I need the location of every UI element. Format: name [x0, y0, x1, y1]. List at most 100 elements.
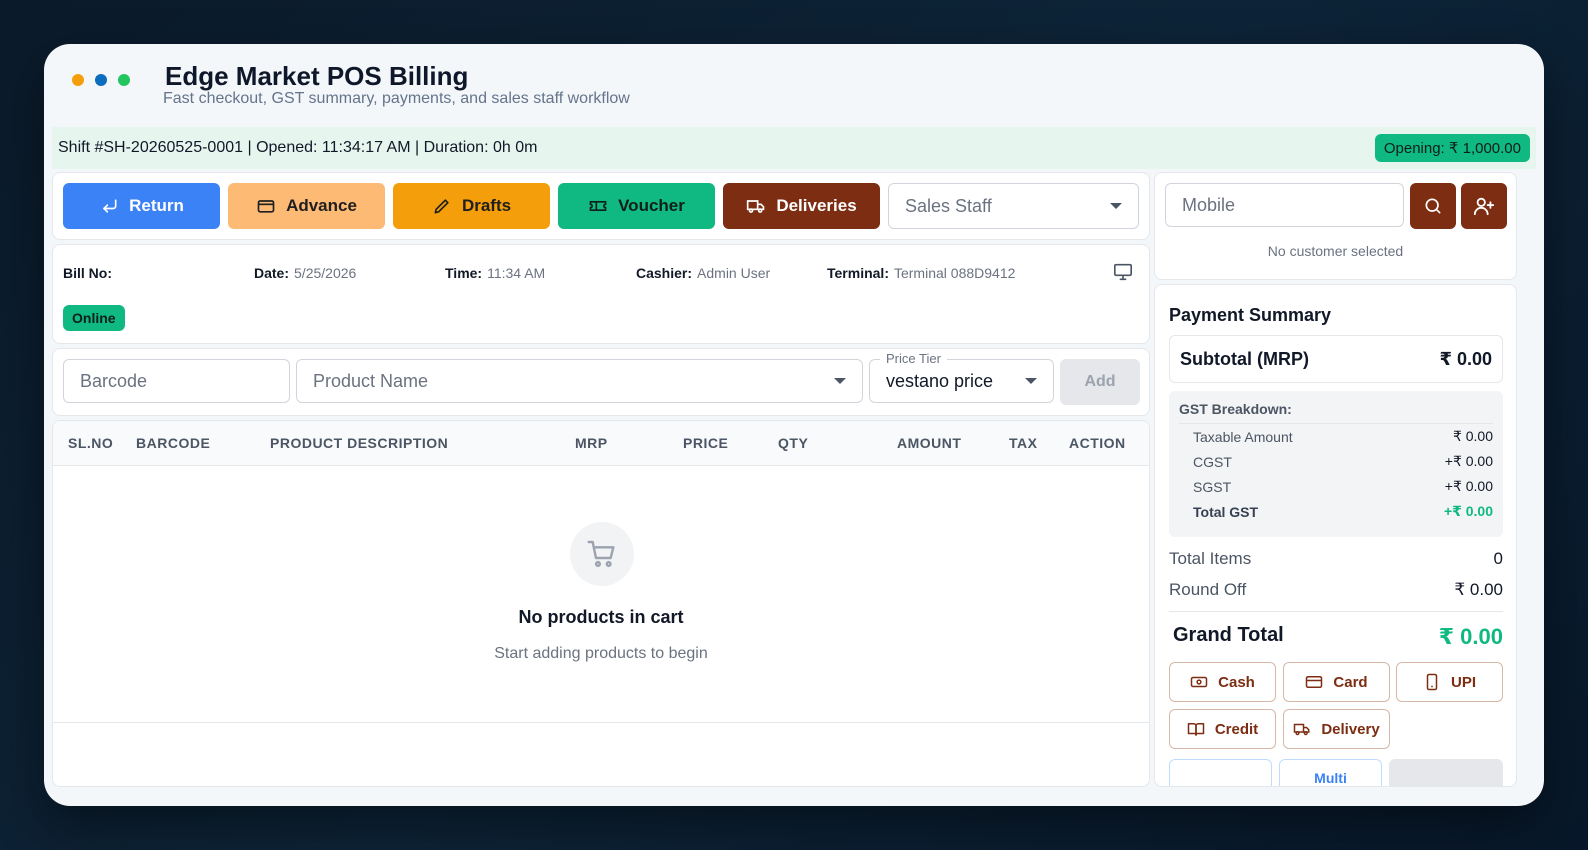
- payment-summary-panel: Payment Summary Subtotal (MRP) ₹ 0.00 GS…: [1154, 284, 1517, 787]
- date-label: Date:: [254, 265, 290, 281]
- truck-icon: [747, 200, 765, 213]
- time-field: Time: 11:34 AM: [445, 265, 636, 281]
- drafts-label: Drafts: [461, 196, 512, 215]
- card-button[interactable]: Card: [1283, 662, 1390, 702]
- upi-button[interactable]: UPI: [1396, 662, 1503, 702]
- terminal-label: Terminal:: [827, 265, 889, 281]
- voucher-button[interactable]: Voucher: [558, 183, 715, 229]
- advance-label: Advance: [286, 196, 357, 215]
- truck-icon: [1294, 723, 1310, 736]
- chevron-down-icon: [834, 378, 846, 384]
- column-header[interactable]: TAX: [1009, 435, 1037, 451]
- complete-bill-button[interactable]: [1389, 759, 1503, 786]
- cash-button[interactable]: Cash: [1169, 662, 1276, 702]
- bill-info-panel: Bill No: Date: 5/25/2026 Time: 11:34 AM Ca…: [52, 244, 1150, 344]
- payment-option-button[interactable]: [1169, 759, 1272, 786]
- add-button[interactable]: Add: [1060, 359, 1140, 405]
- card-label: Card: [1333, 673, 1368, 691]
- empty-cart-illustration: [570, 522, 634, 586]
- cart-header-row: SL.NO BARCODE PRODUCT DESCRIPTION MRP PR…: [53, 421, 1149, 466]
- ticket-icon: [589, 201, 607, 211]
- column-header[interactable]: PRICE: [683, 435, 728, 451]
- time-label: Time:: [445, 265, 483, 281]
- bill-meta-row: Bill No: Date: 5/25/2026 Time: 11:34 AM Ca…: [63, 265, 1139, 281]
- add-customer-button[interactable]: [1461, 183, 1507, 229]
- mobile-placeholder: Mobile: [1182, 194, 1236, 215]
- total-items-label: Total Items: [1169, 549, 1252, 568]
- terminal-field: Terminal: Terminal 088D9412: [827, 265, 1087, 281]
- multi-label: Multi: [1314, 770, 1347, 786]
- search-customer-button[interactable]: [1410, 183, 1456, 229]
- mobile-input[interactable]: Mobile: [1165, 183, 1404, 227]
- round-off-value: ₹ 0.00: [1454, 580, 1503, 599]
- product-name-select[interactable]: Product Name: [296, 359, 863, 403]
- voucher-label: Voucher: [618, 196, 685, 215]
- delivery-button[interactable]: Delivery: [1283, 709, 1390, 749]
- sales-staff-select[interactable]: Sales Staff: [888, 183, 1139, 229]
- shift-info: Shift #SH-20260525-0001 | Opened: 11:34:…: [58, 139, 538, 156]
- online-status-badge: Online: [63, 305, 125, 331]
- cart-footer-divider: [53, 722, 1149, 723]
- return-label: Return: [129, 196, 184, 215]
- bill-no-label: Bill No:: [63, 265, 112, 281]
- delivery-label: Delivery: [1321, 720, 1380, 738]
- cart-table: SL.NO BARCODE PRODUCT DESCRIPTION MRP PR…: [52, 420, 1150, 787]
- upi-label: UPI: [1450, 673, 1476, 691]
- cashier-field: Cashier: Admin User: [636, 265, 827, 281]
- barcode-input[interactable]: Barcode: [63, 359, 290, 403]
- credit-button[interactable]: Credit: [1169, 709, 1276, 749]
- window-controls: [72, 74, 130, 86]
- gst-row-value: ₹ 0.00: [1452, 428, 1493, 444]
- minimize-dot[interactable]: [72, 74, 84, 86]
- return-icon: [103, 199, 117, 213]
- column-header[interactable]: AMOUNT: [897, 435, 961, 451]
- date-value: 5/25/2026: [294, 265, 357, 281]
- add-product-panel: Barcode Product Name Price Tier vestano …: [52, 348, 1150, 416]
- cashier-label: Cashier:: [636, 265, 693, 281]
- gst-row: SGST +₹ 0.00: [1179, 474, 1493, 499]
- card-icon: [1306, 676, 1323, 688]
- app-title: Edge Market POS Billing: [165, 61, 469, 91]
- terminal-value: Terminal 088D9412: [893, 265, 1016, 281]
- gst-row-value: +₹ 0.00: [1444, 453, 1493, 469]
- column-header[interactable]: ACTION: [1069, 435, 1126, 451]
- monitor-icon[interactable]: [1113, 263, 1133, 281]
- subtotal-row: Subtotal (MRP) ₹ 0.00: [1169, 335, 1503, 383]
- column-header[interactable]: BARCODE: [136, 435, 210, 451]
- column-header[interactable]: PRODUCT DESCRIPTION: [270, 435, 448, 451]
- gst-total-row: Total GST +₹ 0.00: [1179, 499, 1493, 524]
- gst-row-label: SGST: [1193, 478, 1232, 495]
- grand-total-row: Grand Total ₹ 0.00: [1173, 624, 1503, 650]
- zoom-dot[interactable]: [95, 74, 107, 86]
- bill-no-field: Bill No:: [63, 265, 254, 281]
- cash-label: Cash: [1218, 673, 1255, 691]
- column-header[interactable]: MRP: [575, 435, 608, 451]
- column-header[interactable]: SL.NO: [68, 435, 113, 451]
- gst-row-value: +₹ 0.00: [1443, 503, 1493, 519]
- return-button[interactable]: Return: [63, 183, 220, 229]
- subtotal-label: Subtotal (MRP): [1180, 348, 1309, 369]
- gst-row-label: Total GST: [1193, 503, 1259, 520]
- shift-bar: Shift #SH-20260525-0001 | Opened: 11:34:…: [52, 127, 1536, 169]
- add-user-icon: [1473, 197, 1495, 216]
- price-tier-select[interactable]: Price Tier vestano price: [869, 351, 1054, 403]
- gst-breakdown-title: GST Breakdown:: [1179, 401, 1493, 424]
- multi-payment-button[interactable]: Multi: [1279, 759, 1382, 786]
- action-toolbar: Return Advance Drafts Voucher Deliveries…: [52, 172, 1150, 240]
- price-tier-value: vestano price: [886, 370, 994, 391]
- column-header[interactable]: QTY: [778, 435, 808, 451]
- card-icon: [257, 200, 275, 213]
- gst-row: CGST +₹ 0.00: [1179, 449, 1493, 474]
- product-name-placeholder: Product Name: [313, 370, 429, 391]
- gst-breakdown: GST Breakdown: Taxable Amount ₹ 0.00 CGST…: [1169, 391, 1503, 537]
- drafts-button[interactable]: Drafts: [393, 183, 550, 229]
- maximize-dot[interactable]: [118, 74, 130, 86]
- price-tier-label: Price Tier: [880, 351, 947, 366]
- gst-row-label: CGST: [1193, 453, 1232, 470]
- cart-icon: [587, 540, 615, 568]
- deliveries-button[interactable]: Deliveries: [723, 183, 880, 229]
- advance-button[interactable]: Advance: [228, 183, 385, 229]
- time-value: 11:34 AM: [487, 265, 546, 281]
- chevron-down-icon: [1110, 203, 1122, 209]
- round-off-label: Round Off: [1169, 580, 1247, 599]
